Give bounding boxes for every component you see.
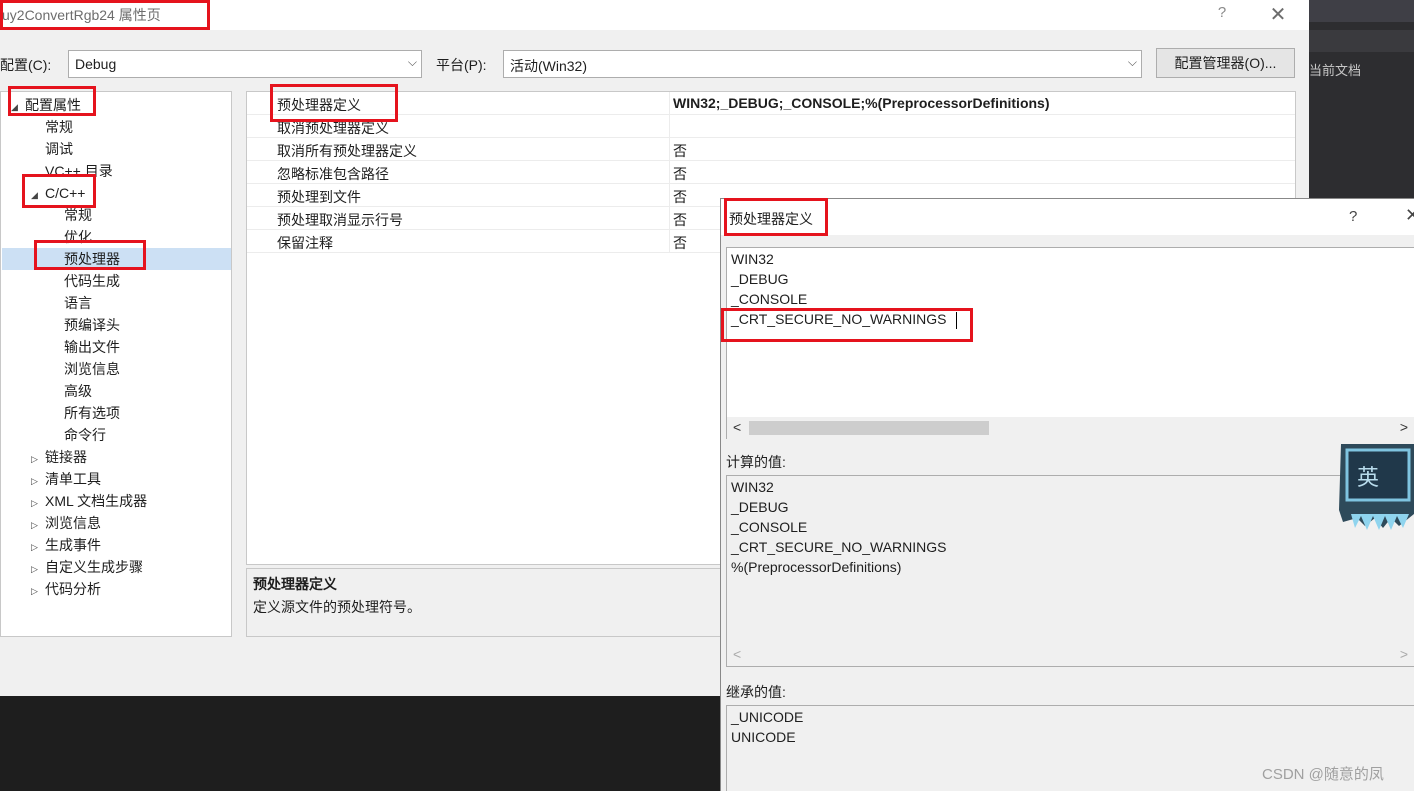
grid-row-undefine-preprocessor[interactable]: 取消预处理器定义 (247, 115, 1295, 138)
tree-item-linker[interactable]: ▷ 链接器 (31, 446, 87, 468)
annotation-box (0, 0, 210, 30)
tree-item-debugging[interactable]: 调试 (45, 138, 73, 160)
platform-value: 活动(Win32) (510, 58, 588, 74)
chevron-down-icon: ⌵ (407, 55, 417, 69)
computed-line: %(PreprocessorDefinitions) (731, 559, 902, 575)
annotation-box (270, 84, 398, 122)
collapsed-triangle-icon[interactable]: ▷ (31, 580, 45, 602)
scroll-left-icon[interactable]: < (733, 419, 741, 435)
tree-item-output-files[interactable]: 输出文件 (64, 336, 120, 358)
tree-item-code-analysis[interactable]: ▷ 代码分析 (31, 578, 101, 600)
edit-line: _DEBUG (731, 271, 789, 287)
collapsed-triangle-icon[interactable]: ▷ (31, 448, 45, 470)
watermark: CSDN @随意的凤 (1262, 766, 1384, 783)
collapsed-triangle-icon[interactable]: ▷ (31, 470, 45, 492)
tree-item-language[interactable]: 语言 (64, 292, 92, 314)
inherited-line: UNICODE (731, 729, 796, 745)
platform-label: 平台(P): (436, 57, 487, 73)
tree-item-precompiled-headers[interactable]: 预编译头 (64, 314, 120, 336)
computed-line: WIN32 (731, 479, 774, 495)
tree-item-manifest-tool[interactable]: ▷ 清单工具 (31, 468, 101, 490)
grid-value[interactable]: 否 (673, 141, 687, 161)
config-manager-button[interactable]: 配置管理器(O)... (1156, 48, 1295, 78)
tree-item-browse-info-2[interactable]: ▷ 浏览信息 (31, 512, 101, 534)
annotation-box (8, 86, 96, 116)
config-value: Debug (75, 56, 117, 72)
config-label: 配置(C): (0, 57, 52, 73)
annotation-box (721, 308, 973, 342)
tree-item-custom-build-step[interactable]: ▷ 自定义生成步骤 (31, 556, 143, 578)
tree-item-browse-info[interactable]: 浏览信息 (64, 358, 120, 380)
scroll-right-icon[interactable]: > (1400, 646, 1408, 662)
ime-indicator[interactable]: 英 (1335, 440, 1414, 532)
computed-line: _CONSOLE (731, 519, 808, 535)
tree-item-command-line[interactable]: 命令行 (64, 424, 106, 446)
help-icon[interactable]: ? (1212, 4, 1232, 21)
edit-line: WIN32 (731, 251, 774, 267)
help-icon[interactable]: ? (1349, 208, 1357, 225)
grid-value[interactable]: 否 (673, 210, 687, 230)
collapsed-triangle-icon[interactable]: ▷ (31, 492, 45, 514)
grid-value[interactable]: WIN32;_DEBUG;_CONSOLE;%(PreprocessorDefi… (673, 95, 1050, 111)
annotation-box (34, 240, 146, 270)
annotation-box (22, 174, 96, 208)
description-title: 预处理器定义 (253, 576, 337, 592)
computed-line: _DEBUG (731, 499, 789, 515)
ide-strip-top (1309, 0, 1414, 22)
ide-strip-mid (1309, 30, 1414, 52)
tree-item-build-events[interactable]: ▷ 生成事件 (31, 534, 101, 556)
scroll-right-icon[interactable]: > (1400, 419, 1408, 435)
chevron-down-icon: ⌵ (1127, 55, 1137, 69)
property-tree: ◢ 配置属性 常规 调试 VC++ 目录 ◢ C/C++ 常规 优化 预处理器 代码… (0, 91, 232, 637)
tree-item-general[interactable]: 常规 (45, 116, 73, 138)
annotation-box (724, 198, 828, 236)
collapsed-triangle-icon[interactable]: ▷ (31, 536, 45, 558)
inherited-values-label: 继承的值: (726, 684, 786, 700)
collapsed-triangle-icon[interactable]: ▷ (31, 514, 45, 536)
ide-background-bottom (0, 696, 720, 791)
ide-tab-current-doc[interactable]: 当前文档 (1309, 60, 1414, 82)
computed-values-label: 计算的值: (726, 454, 786, 470)
tree-item-xml-doc-generator[interactable]: ▷ XML 文档生成器 (31, 490, 147, 512)
preprocessor-definitions-dialog: 预处理器定义 ? ✕ WIN32 _DEBUG _CONSOLE _CRT_SE… (720, 198, 1414, 791)
horizontal-scrollbar[interactable]: < > (727, 417, 1414, 439)
scroll-left-icon[interactable]: < (733, 646, 741, 662)
horizontal-scrollbar[interactable]: < > (727, 644, 1414, 666)
grid-row-ignore-standard-include[interactable]: 忽略标准包含路径 否 (247, 161, 1295, 184)
tree-item-all-options[interactable]: 所有选项 (64, 402, 120, 424)
definitions-edit-box[interactable]: WIN32 _DEBUG _CONSOLE _CRT_SECURE_NO_WAR… (726, 247, 1414, 439)
config-dropdown[interactable]: Debug ⌵ (68, 50, 422, 78)
close-icon[interactable]: ✕ (1405, 205, 1414, 226)
tree-item-code-generation[interactable]: 代码生成 (64, 270, 120, 292)
grid-row-undefine-all[interactable]: 取消所有预处理器定义 否 (247, 138, 1295, 161)
computed-line: _CRT_SECURE_NO_WARNINGS (731, 539, 947, 555)
edit-line: _CONSOLE (731, 291, 808, 307)
tree-item-advanced[interactable]: 高级 (64, 380, 92, 402)
computed-values-box: WIN32 _DEBUG _CONSOLE _CRT_SECURE_NO_WAR… (726, 475, 1414, 667)
scrollbar-thumb[interactable] (749, 421, 989, 435)
platform-dropdown[interactable]: 活动(Win32) ⌵ (503, 50, 1142, 78)
grid-value[interactable]: 否 (673, 164, 687, 184)
collapsed-triangle-icon[interactable]: ▷ (31, 558, 45, 580)
inherited-line: _UNICODE (731, 709, 804, 725)
grid-value[interactable]: 否 (673, 187, 687, 207)
ime-label: 英 (1357, 466, 1380, 491)
description-text: 定义源文件的预处理符号。 (253, 599, 421, 615)
grid-value[interactable]: 否 (673, 233, 687, 253)
grid-row-preprocessor-definitions[interactable]: 预处理器定义 WIN32;_DEBUG;_CONSOLE;%(Preproces… (247, 92, 1295, 115)
close-icon[interactable]: ✕ (1266, 2, 1290, 27)
